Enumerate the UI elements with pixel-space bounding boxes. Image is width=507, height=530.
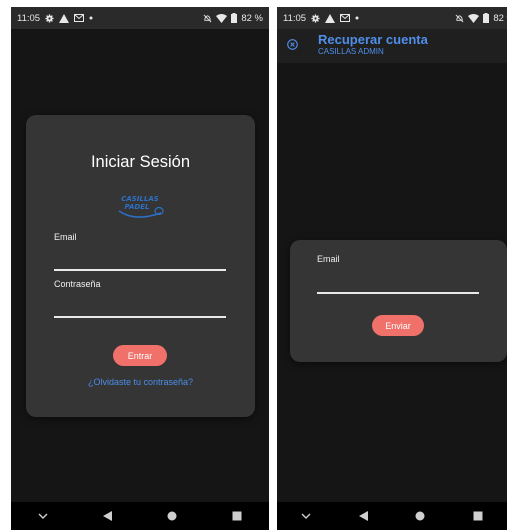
logo-text-1: CASILLAS (121, 195, 159, 203)
email-label: Email (54, 232, 77, 242)
wifi-icon (468, 13, 480, 23)
settings-icon (311, 13, 320, 23)
notifications-off-icon (203, 14, 212, 23)
logo-text-2: PADEL (125, 203, 150, 211)
login-button[interactable]: Entrar (113, 345, 167, 366)
battery-percent: 82 % (241, 12, 263, 24)
dot-icon (89, 16, 93, 20)
navigation-bar (11, 502, 269, 530)
recover-email-label: Email (317, 254, 340, 264)
status-bar: 11:05 82 % (277, 7, 507, 29)
nav-home-icon[interactable] (415, 511, 425, 521)
nav-down-icon[interactable] (301, 513, 311, 519)
status-bar: 11:05 82 % (11, 7, 269, 29)
nav-down-icon[interactable] (38, 513, 48, 519)
battery-icon (483, 13, 490, 23)
settings-icon (45, 13, 54, 23)
nav-home-icon[interactable] (167, 511, 177, 521)
navigation-bar (277, 502, 507, 530)
page-subtitle: CASILLAS ADMIN (318, 47, 384, 56)
alert-icon (325, 13, 336, 23)
password-label: Contraseña (54, 279, 101, 289)
status-time: 11:05 (283, 12, 307, 24)
status-time: 11:05 (17, 12, 41, 24)
wifi-icon (216, 13, 228, 23)
nav-back-icon[interactable] (103, 511, 113, 521)
alert-icon (59, 13, 70, 23)
login-screen: 11:05 82 % Iniciar Sesión CASILLAS PADEL… (11, 7, 269, 530)
recover-card: Email Enviar (290, 240, 507, 362)
battery-icon (231, 13, 238, 23)
app-bar: Recuperar cuenta CASILLAS ADMIN (277, 29, 507, 63)
forgot-password-link[interactable]: ¿Olvidaste tu contraseña? (26, 377, 255, 387)
nav-recents-icon[interactable] (473, 511, 483, 521)
gmail-icon (340, 14, 351, 22)
recover-account-screen: 11:05 82 % (277, 7, 507, 530)
login-card: Iniciar Sesión CASILLAS PADEL Email Cont… (26, 115, 255, 417)
close-circle-icon[interactable] (287, 39, 298, 50)
battery-percent: 82 % (493, 12, 507, 24)
recover-email-field[interactable] (317, 292, 479, 294)
nav-recents-icon[interactable] (232, 511, 242, 521)
send-button[interactable]: Enviar (372, 315, 424, 336)
dot-icon (355, 16, 359, 20)
login-title: Iniciar Sesión (90, 153, 191, 171)
password-field[interactable] (54, 316, 226, 318)
email-field[interactable] (54, 269, 226, 271)
gmail-icon (74, 14, 85, 22)
notifications-off-icon (455, 14, 464, 23)
casillas-padel-logo: CASILLAS PADEL (118, 195, 164, 218)
nav-back-icon[interactable] (358, 511, 368, 521)
page-title: Recuperar cuenta (318, 32, 428, 47)
